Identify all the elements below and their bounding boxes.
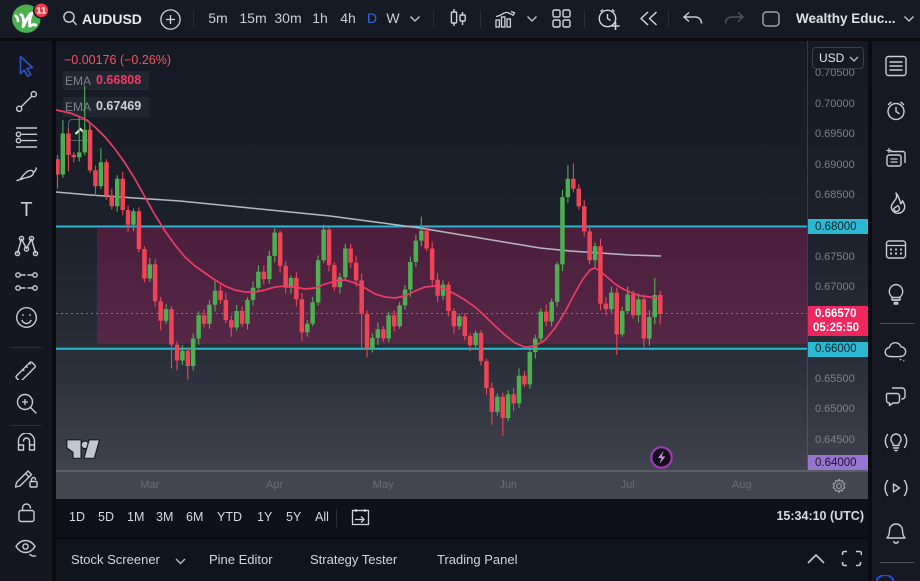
svg-text:11: 11 (36, 6, 47, 17)
svg-text:T: T (20, 199, 32, 221)
